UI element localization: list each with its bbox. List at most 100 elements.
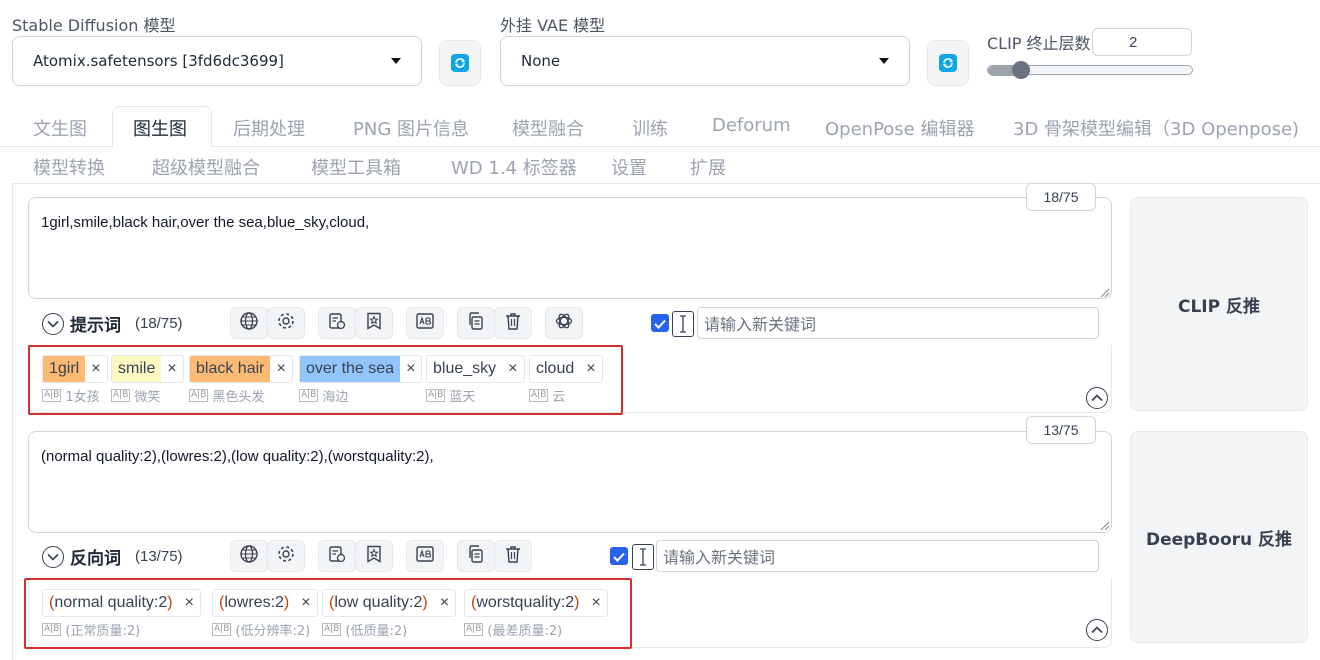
tag-text[interactable]: black hair [190,356,271,382]
remove-tag-icon[interactable]: × [585,594,606,612]
tab-merge[interactable]: 模型融合 [512,115,584,141]
negative-collapse-tags-button[interactable] [1086,619,1108,641]
favorite-button[interactable] [355,307,393,339]
negative-section-title[interactable]: 反向词 (13/75) [42,544,183,569]
negative-translate-button[interactable] [230,540,268,572]
tag-translation: (最差质量:2) [487,624,563,639]
tab-deforum[interactable]: Deforum [712,115,791,136]
tag-translation: (正常质量:2) [65,624,141,639]
vae-refresh-button[interactable] [927,40,969,86]
list-clock-icon [327,544,347,568]
tag-text[interactable]: 1girl [43,356,86,382]
remove-tag-icon[interactable]: × [400,360,421,378]
tag-text[interactable]: cloud [530,356,581,382]
tab-3d-openpose[interactable]: 3D 骨架模型编辑（3D Openpose) [1013,115,1299,141]
prompt-section-title[interactable]: 提示词 (18/75) [42,311,183,336]
translate-small-icon: A|B [42,389,62,402]
clip-skip-slider-thumb[interactable] [1012,61,1030,79]
tag-text[interactable]: blue_sky [427,356,503,382]
sd-refresh-button[interactable] [439,40,481,86]
tag-translation: (低质量:2) [345,624,408,639]
negative-keyword-enable-checkbox[interactable] [610,547,628,565]
toggle-translation-button[interactable] [406,307,444,339]
panel-border-left [12,183,13,660]
prompt-tag-blue-sky[interactable]: blue_sky × A|B 蓝天 [426,355,525,405]
copy-button[interactable] [457,307,495,339]
negative-copy-button[interactable] [457,540,495,572]
negative-tag-normal-quality[interactable]: (normal quality:2) × A|B (正常质量:2) [42,589,201,639]
remove-tag-icon[interactable]: × [161,360,182,378]
prompt-tag-smile[interactable]: smile × A|B 微笑 [111,355,184,405]
tab-png-info[interactable]: PNG 图片信息 [353,115,469,141]
prompt-textarea[interactable]: 1girl,smile,black hair,over the sea,blue… [28,197,1112,299]
resize-handle-icon[interactable] [1100,288,1110,298]
tab-extensions[interactable]: 扩展 [690,154,726,180]
sd-model-value: Atomix.safetensors [3fd6dc3699] [33,52,284,70]
prompt-tag-over-the-sea[interactable]: over the sea × A|B 海边 [299,355,423,405]
sd-model-select[interactable]: Atomix.safetensors [3fd6dc3699] [12,36,422,86]
negative-keyword-input[interactable]: 请输入新关键词 [656,540,1099,572]
tag-text[interactable]: (lowres:2) [213,590,295,616]
collapse-tags-button[interactable] [1086,387,1108,409]
clear-button[interactable] [494,307,532,339]
tag-text[interactable]: (normal quality:2) [43,590,179,616]
close-paren: ) [574,594,580,611]
chevron-down-icon [42,545,64,568]
negative-tag-low-quality[interactable]: (low quality:2) × A|B (低质量:2) [322,589,457,639]
text-cursor-icon [632,544,654,570]
remove-tag-icon[interactable]: × [85,360,106,378]
tab-settings[interactable]: 设置 [611,154,647,180]
globe-icon [239,311,259,335]
prompt-keyword-input[interactable]: 请输入新关键词 [697,307,1099,339]
tab-toolkit[interactable]: 模型工具箱 [311,154,401,180]
tag-translation: 云 [552,390,566,405]
negative-tag-worstquality[interactable]: (worstquality:2) × A|B (最差质量:2) [464,589,608,639]
tab-extras[interactable]: 后期处理 [233,115,305,141]
negative-history-button[interactable] [318,540,356,572]
settings-button[interactable] [267,307,305,339]
remove-tag-icon[interactable]: × [434,594,455,612]
tab-super-merge[interactable]: 超级模型融合 [152,154,260,180]
deepbooru-interrogate-button[interactable]: DeepBooru 反推 [1130,431,1308,643]
tab-txt2img[interactable]: 文生图 [33,115,87,141]
tag-text[interactable]: (worstquality:2) [465,590,585,616]
close-paren: ) [422,594,428,611]
tag-inner: worstquality:2 [476,594,575,611]
history-button[interactable] [318,307,356,339]
translate-button[interactable] [230,307,268,339]
negative-favorite-button[interactable] [355,540,393,572]
resize-handle-icon[interactable] [1100,521,1110,531]
negative-tag-lowres[interactable]: (lowres:2) × A|B (低分辨率:2) [212,589,318,639]
prompt-tag-cloud[interactable]: cloud × A|B 云 [529,355,603,405]
refresh-icon [451,54,469,72]
remove-tag-icon[interactable]: × [502,360,523,378]
tab-wd-tagger[interactable]: WD 1.4 标签器 [451,154,577,180]
tab-img2img[interactable]: 图生图 [133,115,187,141]
tag-translation: 海边 [322,390,349,405]
remove-tag-icon[interactable]: × [580,360,601,378]
vae-model-select[interactable]: None [500,36,910,86]
prompt-count: (18/75) [135,315,183,332]
clip-interrogate-button[interactable]: CLIP 反推 [1130,197,1308,411]
negative-clear-button[interactable] [494,540,532,572]
prompt-tag-black-hair[interactable]: black hair × A|B 黑色头发 [189,355,293,405]
tag-text[interactable]: (low quality:2) [323,590,434,616]
clip-skip-input[interactable]: 2 [1092,28,1192,56]
remove-tag-icon[interactable]: × [270,360,291,378]
remove-tag-icon[interactable]: × [179,594,200,612]
negative-toggle-translation-button[interactable] [406,540,444,572]
tab-openpose[interactable]: OpenPose 编辑器 [825,115,974,141]
translate-small-icon: A|B [189,389,209,402]
keyword-enable-checkbox[interactable] [651,314,669,332]
remove-tag-icon[interactable]: × [295,594,316,612]
tab-train[interactable]: 训练 [632,115,668,141]
tag-text[interactable]: over the sea [300,356,401,382]
negative-textarea[interactable]: (normal quality:2),(lowres:2),(low quali… [28,431,1112,533]
prompt-tag-1girl[interactable]: 1girl × A|B 1女孩 [42,355,108,405]
chatgpt-button[interactable] [545,307,583,339]
tab-convert[interactable]: 模型转换 [33,154,105,180]
tag-translation: 1女孩 [65,390,100,405]
chevron-down-icon [391,58,401,64]
negative-settings-button[interactable] [267,540,305,572]
tag-text[interactable]: smile [112,356,162,382]
